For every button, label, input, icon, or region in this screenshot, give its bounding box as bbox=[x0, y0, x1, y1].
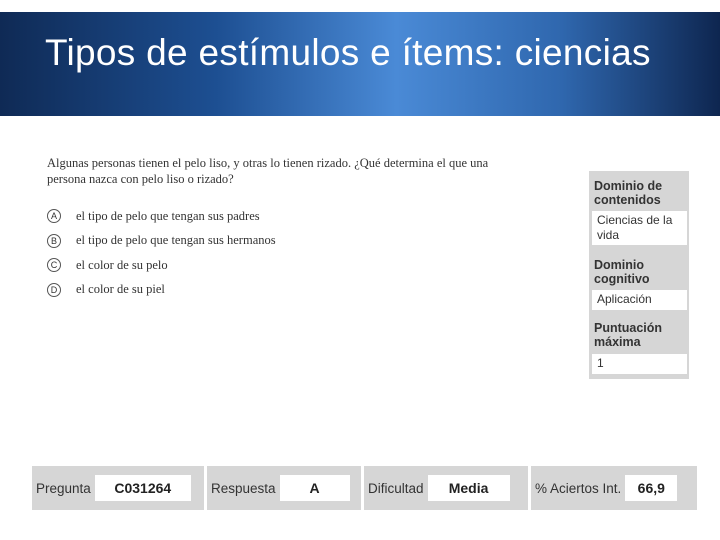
option-a: A el tipo de pelo que tengan sus padres bbox=[47, 204, 347, 229]
question-id-label: Pregunta bbox=[36, 480, 91, 496]
option-d: D el color de su piel bbox=[47, 278, 347, 303]
success-rate-cell: % Aciertos Int. 66,9 bbox=[531, 466, 697, 510]
title-bar: Tipos de estímulos e ítems: ciencias bbox=[0, 12, 720, 116]
answer-cell: Respuesta A bbox=[207, 466, 361, 510]
item-summary-bar: Pregunta C031264 Respuesta A Dificultad … bbox=[32, 466, 698, 510]
content-domain-label: Dominio de contenidos bbox=[594, 179, 663, 207]
success-rate-value: 66,9 bbox=[625, 475, 678, 501]
option-letter-c: C bbox=[47, 258, 61, 273]
answer-label: Respuesta bbox=[211, 480, 276, 496]
question-id-value: C031264 bbox=[94, 475, 191, 501]
difficulty-label: Dificultad bbox=[368, 480, 424, 496]
option-letter-b: B bbox=[47, 233, 61, 248]
option-text-a: el tipo de pelo que tengan sus padres bbox=[76, 208, 260, 223]
cognitive-domain-value: Aplicación bbox=[592, 290, 687, 310]
difficulty-cell: Dificultad Media bbox=[364, 466, 528, 510]
content-domain-value: Ciencias de la vida bbox=[592, 211, 687, 245]
max-score-label: Puntuación máxima bbox=[594, 321, 663, 349]
option-c: C el color de su pelo bbox=[47, 253, 347, 278]
difficulty-value: Media bbox=[427, 475, 510, 501]
option-b: B el tipo de pelo que tengan sus hermano… bbox=[47, 229, 347, 254]
option-text-d: el color de su piel bbox=[76, 282, 165, 297]
answer-options: A el tipo de pelo que tengan sus padres … bbox=[47, 204, 347, 302]
option-letter-d: D bbox=[47, 282, 61, 297]
option-text-b: el tipo de pelo que tengan sus hermanos bbox=[76, 233, 276, 248]
slide-title: Tipos de estímulos e ítems: ciencias bbox=[45, 32, 651, 73]
option-text-c: el color de su pelo bbox=[76, 257, 168, 272]
question-text: Algunas personas tienen el pelo liso, y … bbox=[47, 156, 489, 186]
option-letter-a: A bbox=[47, 209, 61, 224]
success-rate-label: % Aciertos Int. bbox=[535, 480, 622, 496]
cognitive-domain-label: Dominio cognitivo bbox=[594, 258, 650, 286]
item-metadata-panel: Dominio de contenidos Ciencias de la vid… bbox=[589, 171, 689, 379]
question-id-cell: Pregunta C031264 bbox=[32, 466, 204, 510]
max-score-value: 1 bbox=[592, 354, 687, 374]
answer-value: A bbox=[279, 475, 350, 501]
